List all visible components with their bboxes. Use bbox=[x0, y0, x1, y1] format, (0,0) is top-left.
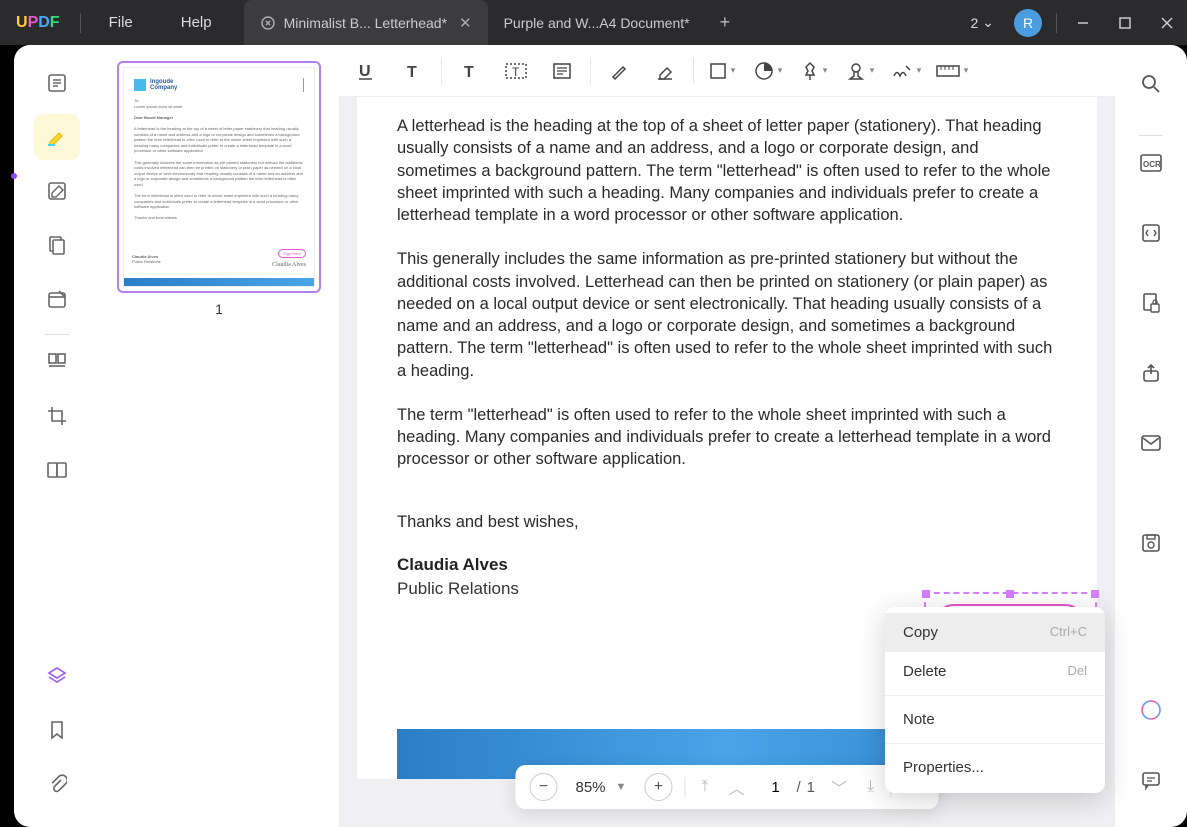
ocr-button[interactable]: OCR bbox=[1128, 140, 1174, 186]
svg-text:T: T bbox=[464, 64, 474, 81]
new-tab-button[interactable]: + bbox=[706, 12, 745, 33]
thumbnail-page-number: 1 bbox=[117, 301, 321, 317]
text-button[interactable]: T bbox=[452, 53, 488, 89]
menu-file[interactable]: File bbox=[85, 14, 157, 31]
active-indicator bbox=[11, 173, 17, 179]
ctx-note[interactable]: Note bbox=[885, 700, 1105, 739]
bookmark-tool[interactable] bbox=[34, 707, 80, 753]
protect-button[interactable] bbox=[1128, 280, 1174, 326]
thumbnail-panel: IngoudeCompany To:Lorem ipsum dolor sit … bbox=[99, 45, 339, 827]
ctx-properties[interactable]: Properties... bbox=[885, 748, 1105, 787]
paragraph: The term "letterhead" is often used to r… bbox=[397, 404, 1057, 471]
avatar[interactable]: R bbox=[1014, 9, 1042, 37]
stamp-button[interactable] bbox=[842, 53, 878, 89]
zoom-value[interactable]: 85%▼ bbox=[569, 779, 632, 796]
zoom-out-button[interactable]: − bbox=[529, 773, 557, 801]
underline-button[interactable]: U bbox=[349, 53, 385, 89]
crop-tool[interactable] bbox=[34, 393, 80, 439]
version-dropdown[interactable]: 2⌄ bbox=[960, 14, 1004, 31]
convert-button[interactable] bbox=[1128, 210, 1174, 256]
page-indicator: / 1 bbox=[761, 779, 816, 796]
form-tool[interactable] bbox=[34, 276, 80, 322]
page-input[interactable] bbox=[761, 779, 791, 796]
email-button[interactable] bbox=[1128, 420, 1174, 466]
paragraph: This generally includes the same informa… bbox=[397, 248, 1057, 382]
page-total: 1 bbox=[807, 779, 815, 796]
share-button[interactable] bbox=[1128, 350, 1174, 396]
edit-tool[interactable] bbox=[34, 168, 80, 214]
signature-button[interactable] bbox=[888, 53, 924, 89]
zoom-bar: − 85%▼ + ⤒ ︿ / 1 ﹀ ⤓ ✕ bbox=[515, 765, 938, 809]
minimize-button[interactable] bbox=[1063, 0, 1103, 45]
prev-page-button[interactable]: ︿ bbox=[724, 775, 748, 799]
chevron-down-icon: ⌄ bbox=[982, 14, 994, 31]
main-area: U T T T A letterhead is the heading at t… bbox=[339, 45, 1115, 827]
svg-text:T: T bbox=[407, 64, 417, 81]
text-style-button[interactable]: T bbox=[395, 53, 431, 89]
close-icon[interactable]: ✕ bbox=[459, 14, 472, 32]
organize-tool[interactable] bbox=[34, 339, 80, 385]
next-page-button[interactable]: ﹀ bbox=[827, 775, 851, 799]
shape-button[interactable] bbox=[704, 53, 740, 89]
textbox-button[interactable]: T bbox=[498, 53, 534, 89]
layers-tool[interactable] bbox=[34, 653, 80, 699]
tab-label: Minimalist B... Letterhead* bbox=[284, 15, 447, 31]
pencil-button[interactable] bbox=[601, 53, 637, 89]
svg-text:U: U bbox=[359, 63, 371, 80]
svg-text:OCR: OCR bbox=[1143, 160, 1161, 169]
maximize-button[interactable] bbox=[1105, 0, 1145, 45]
attachment-tool[interactable] bbox=[34, 761, 80, 807]
measure-button[interactable] bbox=[934, 53, 970, 89]
last-page-button[interactable]: ⤓ bbox=[863, 778, 878, 796]
titlebar: UPDF File Help Minimalist B... Letterhea… bbox=[0, 0, 1187, 45]
page-tool[interactable] bbox=[34, 222, 80, 268]
ctx-copy[interactable]: CopyCtrl+C bbox=[885, 613, 1105, 652]
tab-label: Purple and W...A4 Document* bbox=[504, 15, 690, 31]
save-button[interactable] bbox=[1128, 520, 1174, 566]
ai-button[interactable] bbox=[1128, 687, 1174, 733]
first-page-button[interactable]: ⤒ bbox=[697, 778, 712, 796]
svg-text:T: T bbox=[512, 65, 520, 79]
context-menu: CopyCtrl+C DeleteDel Note Properties... bbox=[885, 607, 1105, 793]
sender-name: Claudia Alves bbox=[397, 555, 1057, 575]
sticker-button[interactable] bbox=[750, 53, 786, 89]
zoom-in-button[interactable]: + bbox=[644, 773, 672, 801]
page-thumbnail[interactable]: IngoudeCompany To:Lorem ipsum dolor sit … bbox=[117, 61, 321, 293]
close-button[interactable] bbox=[1147, 0, 1187, 45]
pin-button[interactable] bbox=[796, 53, 832, 89]
compare-tool[interactable] bbox=[34, 447, 80, 493]
chevron-down-icon: ▼ bbox=[616, 781, 627, 793]
closing-line: Thanks and best wishes, bbox=[397, 511, 1057, 533]
search-button[interactable] bbox=[1128, 61, 1174, 107]
highlighter-tool[interactable] bbox=[34, 114, 80, 160]
right-rail: OCR bbox=[1115, 45, 1187, 827]
menu-help[interactable]: Help bbox=[157, 14, 236, 31]
reader-tool[interactable] bbox=[34, 60, 80, 106]
app-logo: UPDF bbox=[0, 14, 76, 32]
tab-minimalist-letterhead[interactable]: Minimalist B... Letterhead* ✕ bbox=[244, 0, 488, 45]
left-rail bbox=[14, 45, 99, 827]
document-icon bbox=[260, 15, 276, 31]
comment-button[interactable] bbox=[1128, 757, 1174, 803]
note-button[interactable] bbox=[544, 53, 580, 89]
eraser-button[interactable] bbox=[647, 53, 683, 89]
format-toolbar: U T T T bbox=[339, 45, 1115, 97]
paragraph: A letterhead is the heading at the top o… bbox=[397, 115, 1057, 226]
ctx-delete[interactable]: DeleteDel bbox=[885, 652, 1105, 691]
tab-purple-a4[interactable]: Purple and W...A4 Document* bbox=[488, 0, 706, 45]
